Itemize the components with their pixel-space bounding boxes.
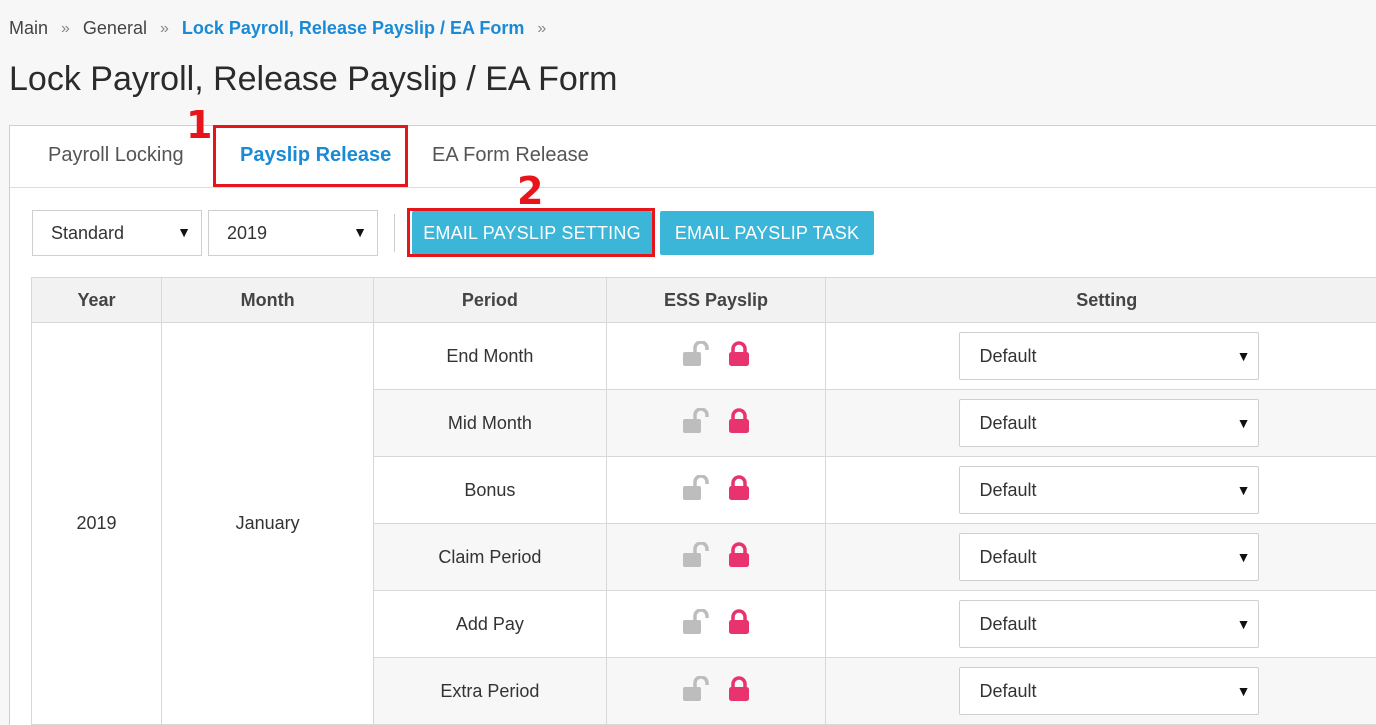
column-header-year: Year <box>30 277 163 323</box>
lock-icon[interactable] <box>728 474 750 501</box>
setting-value: Default <box>979 614 1037 634</box>
column-header-setting: Setting <box>825 277 1376 323</box>
cell-setting: Default ▼ <box>825 523 1376 591</box>
setting-value: Default <box>979 346 1037 366</box>
breadcrumb-separator: » <box>159 19 169 37</box>
payroll-type-select[interactable]: Standard ▼ <box>32 210 202 256</box>
breadcrumb-separator: » <box>61 19 70 37</box>
lock-icon[interactable] <box>728 675 750 702</box>
setting-select[interactable]: Default ▼ <box>959 600 1260 648</box>
lock-icon[interactable] <box>728 541 750 568</box>
chevron-down-icon: ▼ <box>1236 549 1251 565</box>
unlock-icon[interactable] <box>682 675 712 702</box>
email-payslip-task-button[interactable]: EMAIL PAYSLIP TASK <box>660 211 874 255</box>
cell-year: 2019 <box>30 322 163 725</box>
cell-ess-payslip <box>605 322 827 390</box>
annotation-number-2: 2 <box>517 169 544 213</box>
content-panel: Payroll Locking Payslip Release EA Form … <box>9 125 1376 725</box>
cell-setting: Default ▼ <box>825 657 1376 725</box>
breadcrumb-separator: » <box>537 19 547 37</box>
chevron-down-icon: ▼ <box>1236 683 1251 699</box>
tab-ea-form-release[interactable]: EA Form Release <box>432 144 589 167</box>
annotation-box-step-2 <box>407 208 655 257</box>
setting-select[interactable]: Default ▼ <box>959 332 1260 380</box>
toolbar-divider <box>394 214 395 252</box>
chevron-down-icon: ▼ <box>177 224 191 240</box>
year-value: 2019 <box>227 222 268 243</box>
annotation-number-1: 1 <box>186 103 213 147</box>
table-header-row: Year Month Period ESS Payslip Setting <box>30 277 1376 323</box>
cell-ess-payslip <box>605 657 827 725</box>
column-header-period: Period <box>373 277 607 323</box>
setting-value: Default <box>979 547 1037 567</box>
cell-ess-payslip <box>605 590 827 658</box>
chevron-down-icon: ▼ <box>353 224 367 240</box>
unlock-icon[interactable] <box>682 608 712 635</box>
cell-period: Mid Month <box>373 389 607 457</box>
payslip-release-table: Year Month Period ESS Payslip Setting 20… <box>30 277 1376 725</box>
setting-select[interactable]: Default ▼ <box>959 533 1260 581</box>
chevron-down-icon: ▼ <box>1236 616 1251 632</box>
unlock-icon[interactable] <box>682 340 712 367</box>
cell-ess-payslip <box>605 456 827 524</box>
breadcrumb-current[interactable]: Lock Payroll, Release Payslip / EA Form <box>182 18 524 39</box>
cell-setting: Default ▼ <box>825 590 1376 658</box>
cell-period: Extra Period <box>373 657 607 725</box>
column-header-ess-payslip: ESS Payslip <box>605 277 827 323</box>
cell-month: January <box>161 322 375 725</box>
column-header-month: Month <box>161 277 375 323</box>
cell-setting: Default ▼ <box>825 389 1376 457</box>
tab-payroll-locking[interactable]: Payroll Locking <box>48 144 184 167</box>
cell-ess-payslip <box>605 523 827 591</box>
payroll-type-value: Standard <box>51 222 125 243</box>
page-title: Lock Payroll, Release Payslip / EA Form <box>9 60 618 98</box>
chevron-down-icon: ▼ <box>1236 415 1251 431</box>
setting-value: Default <box>979 480 1037 500</box>
lock-icon[interactable] <box>728 407 750 434</box>
unlock-icon[interactable] <box>682 541 712 568</box>
cell-period: Add Pay <box>373 590 607 658</box>
cell-period: Claim Period <box>373 523 607 591</box>
breadcrumb-general[interactable]: General <box>83 18 147 39</box>
breadcrumb: Main » General » Lock Payroll, Release P… <box>9 18 559 39</box>
setting-select[interactable]: Default ▼ <box>959 466 1260 514</box>
chevron-down-icon: ▼ <box>1236 348 1251 364</box>
cell-period: End Month <box>373 322 607 390</box>
cell-period: Bonus <box>373 456 607 524</box>
setting-select[interactable]: Default ▼ <box>959 667 1260 715</box>
cell-ess-payslip <box>605 389 827 457</box>
cell-setting: Default ▼ <box>825 456 1376 524</box>
unlock-icon[interactable] <box>682 474 712 501</box>
annotation-box-step-1 <box>213 125 408 187</box>
setting-value: Default <box>979 413 1037 433</box>
chevron-down-icon: ▼ <box>1236 482 1251 498</box>
setting-select[interactable]: Default ▼ <box>959 399 1260 447</box>
setting-value: Default <box>979 681 1037 701</box>
lock-icon[interactable] <box>728 340 750 367</box>
breadcrumb-main[interactable]: Main <box>9 18 48 39</box>
table-row: 2019 January End Month Default ▼ <box>30 322 1376 725</box>
year-select[interactable]: 2019 ▼ <box>208 210 378 256</box>
cell-setting: Default ▼ <box>825 322 1376 390</box>
lock-icon[interactable] <box>728 608 750 635</box>
unlock-icon[interactable] <box>682 407 712 434</box>
